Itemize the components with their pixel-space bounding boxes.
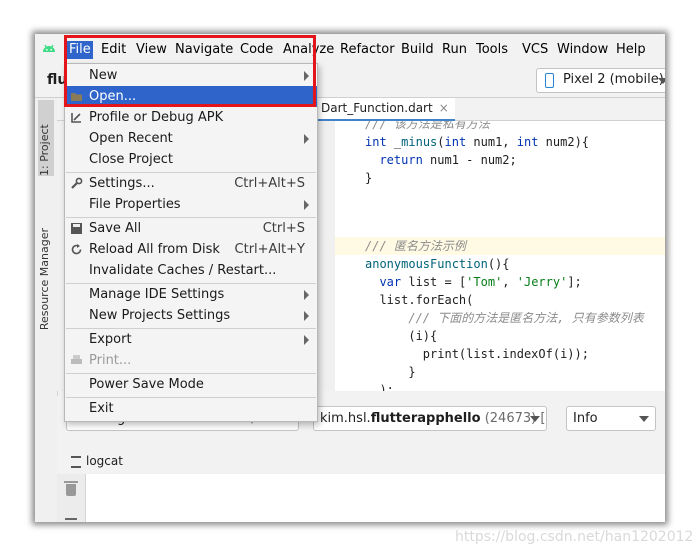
file-menu-reload-all[interactable]: Reload All from Disk Ctrl+Alt+Y	[65, 239, 317, 260]
logcat-process-combo[interactable]: kim.hsl.flutterapphello (24673) [DI	[313, 406, 547, 431]
submenu-arrow-icon	[304, 134, 309, 144]
menu-help[interactable]: Help	[616, 41, 646, 59]
chevron-down-icon	[658, 78, 665, 84]
file-menu-print: Print...	[65, 350, 317, 371]
code-line: return num1 - num2;	[379, 153, 517, 167]
menu-refactor[interactable]: Refactor	[340, 41, 395, 59]
printer-icon	[71, 355, 82, 364]
chevron-down-icon	[530, 416, 540, 422]
menu-build[interactable]: Build	[401, 41, 434, 59]
resource-manager-tool-tab[interactable]: Resource Manager	[38, 228, 51, 330]
file-menu-invalidate-caches[interactable]: Invalidate Caches / Restart...	[65, 260, 317, 281]
trash-icon[interactable]	[64, 481, 78, 496]
submenu-arrow-icon	[304, 335, 309, 345]
menu-tools[interactable]: Tools	[476, 41, 508, 59]
profile-apk-icon	[71, 113, 81, 123]
code-line: list.forEach(	[365, 293, 474, 307]
file-menu-dropdown: New Open... Profile or Debug APK Open Re…	[64, 63, 318, 422]
code-line-highlighted: /// 匿名方法示例	[335, 237, 665, 255]
logcat-tab[interactable]: logcat	[71, 454, 123, 468]
code-line: int _minus(int num1, int num2){	[365, 135, 590, 149]
file-menu-power-save-mode[interactable]: Power Save Mode	[65, 374, 317, 395]
file-menu-new-projects-settings[interactable]: New Projects Settings	[65, 305, 317, 326]
chevron-down-icon	[639, 416, 649, 422]
file-menu-manage-ide-settings[interactable]: Manage IDE Settings	[65, 284, 317, 305]
code-line: }	[365, 171, 373, 185]
file-menu-exit[interactable]: Exit	[65, 398, 317, 419]
menu-vcs[interactable]: VCS	[522, 41, 548, 59]
logcat-level-combo[interactable]: Info	[566, 406, 656, 431]
logcat-output[interactable]	[86, 474, 665, 522]
save-icon	[71, 223, 82, 234]
tab-dart-function[interactable]: Dart_Function.dart ×	[315, 98, 455, 122]
menu-run[interactable]: Run	[442, 41, 467, 59]
annotation-highlight-box	[64, 35, 316, 107]
file-menu-save-all[interactable]: Save All Ctrl+S	[65, 218, 317, 239]
submenu-arrow-icon	[304, 200, 309, 210]
reload-icon	[71, 244, 82, 255]
device-selector[interactable]: Pixel 2 (mobile)	[536, 68, 665, 93]
submenu-arrow-icon	[304, 311, 309, 321]
code-line: var list = ['Tom', 'Jerry'];	[379, 275, 582, 289]
code-line: anonymousFunction(){	[365, 257, 510, 271]
file-menu-close-project[interactable]: Close Project	[65, 149, 317, 170]
left-tool-strip: 1: Project Resource Manager	[35, 98, 58, 522]
code-line: (i){	[365, 329, 438, 343]
close-icon[interactable]: ×	[439, 101, 449, 115]
file-menu-profile-debug-apk[interactable]: Profile or Debug APK	[65, 107, 317, 128]
logcat-icon	[71, 455, 81, 468]
file-menu-open-recent[interactable]: Open Recent	[65, 128, 317, 149]
device-selector-label: Pixel 2 (mobile)	[563, 72, 664, 87]
tab-label: Dart_Function.dart	[321, 101, 433, 115]
menu-window[interactable]: Window	[557, 41, 608, 59]
project-tool-tab[interactable]: 1: Project	[38, 100, 54, 176]
code-line: );	[365, 383, 394, 391]
watermark-text: https://blog.csdn.net/han1202012	[455, 529, 694, 545]
code-line: print(list.indexOf(i));	[365, 347, 589, 361]
code-line: /// 该方法是私有方法	[365, 121, 490, 131]
phone-icon	[545, 73, 554, 88]
scroll-to-end-icon[interactable]	[65, 508, 77, 520]
logcat-side-toolbar	[57, 474, 86, 522]
file-menu-settings[interactable]: Settings... Ctrl+Alt+S	[65, 173, 317, 194]
file-menu-export[interactable]: Export	[65, 329, 317, 350]
wrench-icon	[71, 177, 83, 189]
file-menu-file-properties[interactable]: File Properties	[65, 194, 317, 215]
android-studio-icon	[43, 44, 55, 52]
submenu-arrow-icon	[304, 290, 309, 300]
code-editor[interactable]: /// 该方法是私有方法 int _minus(int num1, int nu…	[335, 121, 665, 391]
code-line: }	[365, 365, 416, 379]
code-line: /// 下面的方法是匿名方法, 只有参数列表	[365, 311, 644, 325]
